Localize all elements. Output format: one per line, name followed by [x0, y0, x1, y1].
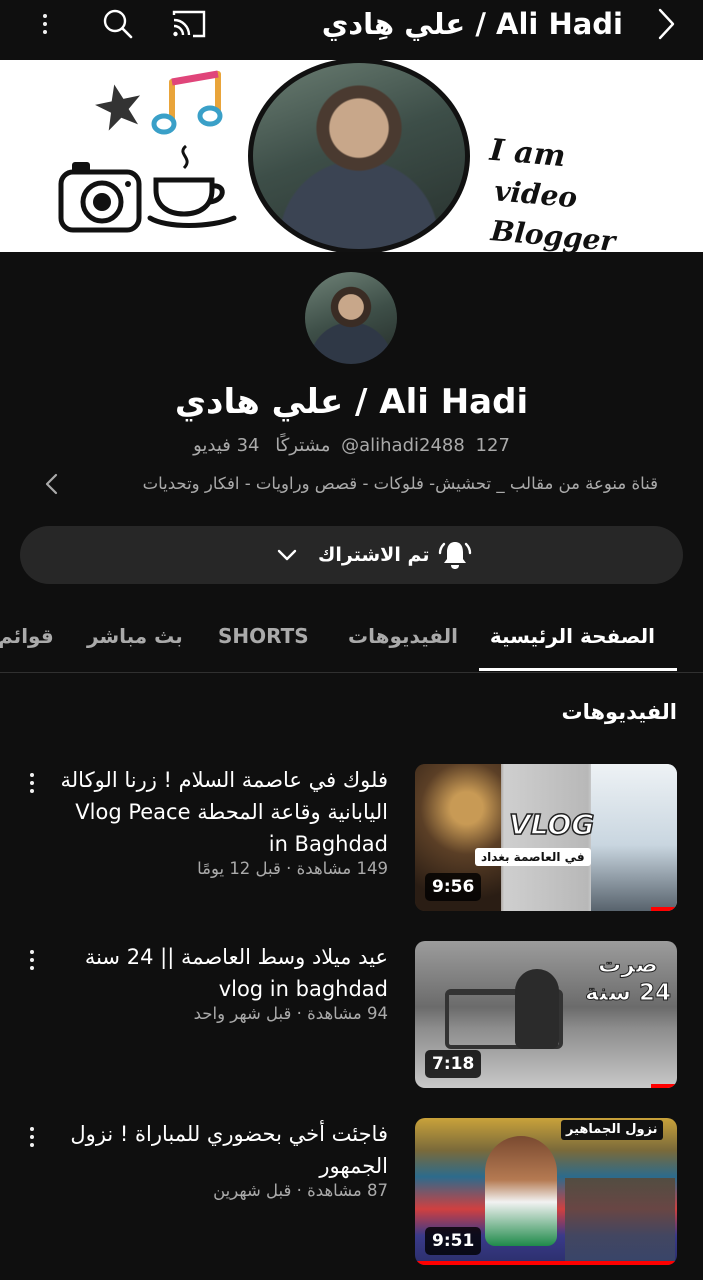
- tab-playlists[interactable]: قوائم: [0, 620, 54, 652]
- video-meta: 87 مشاهدة · قبل شهرين: [213, 1181, 388, 1200]
- back-arrow-icon[interactable]: [652, 6, 680, 42]
- channel-avatar[interactable]: [305, 272, 397, 364]
- chevron-left-icon[interactable]: [42, 472, 62, 496]
- thumb-crowd: [565, 1178, 675, 1265]
- top-app-bar: علي هِادي / Ali Hadi: [0, 0, 703, 50]
- channel-description[interactable]: قناة منوعة من مقالب _ تحشيش- فلوكات - قص…: [78, 470, 658, 498]
- search-icon[interactable]: [102, 8, 134, 40]
- video-meta: 149 مشاهدة · قبل 12 يومًا: [197, 859, 388, 878]
- channel-handle: @alihadi2488: [341, 435, 465, 456]
- watch-progress-bar: [415, 1261, 677, 1265]
- video-more-icon[interactable]: [22, 945, 42, 975]
- notification-bell-icon: [438, 538, 472, 572]
- tab-videos[interactable]: الفيديوهات: [348, 620, 458, 652]
- active-tab-indicator: [479, 668, 677, 671]
- channel-banner: I am video Blogger: [0, 60, 703, 252]
- channel-tabs: الصفحة الرئيسية الفيديوهات SHORTS بث مبا…: [0, 606, 703, 673]
- watch-progress-bar: [651, 1084, 677, 1088]
- thumb-panel-right: [591, 764, 677, 911]
- more-options-icon[interactable]: [30, 8, 60, 40]
- tab-live[interactable]: بث مباشر: [87, 620, 183, 652]
- channel-stats: @alihadi2488 127 مشتركًا 34 فيديو: [0, 432, 703, 460]
- banner-profile-photo: [248, 60, 470, 252]
- watch-progress-bar: [651, 907, 677, 911]
- section-title-videos: الفيديوهات: [561, 700, 678, 724]
- video-more-icon[interactable]: [22, 1122, 42, 1152]
- thumb-person: [485, 1136, 557, 1246]
- coffee-cup-icon: [147, 144, 237, 228]
- channel-title: علي هِادي / Ali Hadi: [321, 7, 623, 41]
- thumb-vlog-label: VLOG: [508, 807, 595, 842]
- thumb-caption: صرت 24 سنة: [585, 952, 672, 1007]
- channel-name: علي هادي / Ali Hadi: [174, 382, 529, 422]
- music-note-icon: [151, 70, 223, 135]
- cast-icon[interactable]: [171, 9, 207, 39]
- video-item[interactable]: VLOG في العاصمة بغداد 9:56 فلوك في عاصمة…: [0, 764, 703, 912]
- video-duration: 9:56: [425, 873, 482, 901]
- tab-shorts[interactable]: SHORTS: [218, 620, 309, 652]
- video-title[interactable]: عيد ميلاد وسط العاصمة || 24 سنة vlog in …: [58, 941, 388, 1005]
- video-count: 34 فيديو: [193, 435, 260, 456]
- video-title[interactable]: فاجئت أخي بحضوري للمباراة ! نزول الجمهور: [58, 1118, 388, 1182]
- subscribed-button[interactable]: تم الاشتراك: [20, 526, 683, 584]
- video-item[interactable]: صرت 24 سنة 7:18 عيد ميلاد وسط العاصمة ||…: [0, 941, 703, 1089]
- video-thumbnail[interactable]: VLOG في العاصمة بغداد 9:56: [415, 764, 677, 911]
- video-item[interactable]: نزول الجماهير 9:51 فاجئت أخي بحضوري للمب…: [0, 1118, 703, 1266]
- thumb-sub-label: في العاصمة بغداد: [475, 848, 591, 866]
- chevron-down-icon: [277, 544, 297, 566]
- video-meta: 94 مشاهدة · قبل شهر واحد: [193, 1004, 388, 1023]
- thumb-person: [515, 969, 559, 1049]
- thumb-caption: نزول الجماهير: [561, 1120, 663, 1140]
- subscribed-label: تم الاشتراك: [318, 544, 430, 566]
- video-title[interactable]: فلوك في عاصمة السلام ! زرنا الوكالة اليا…: [58, 764, 388, 860]
- video-duration: 7:18: [425, 1050, 482, 1078]
- camera-icon: [58, 162, 142, 233]
- banner-slogan: I am video Blogger: [481, 131, 703, 252]
- video-thumbnail[interactable]: نزول الجماهير 9:51: [415, 1118, 677, 1265]
- video-duration: 9:51: [425, 1227, 482, 1255]
- star-icon: [95, 84, 141, 131]
- video-more-icon[interactable]: [22, 768, 42, 798]
- video-thumbnail[interactable]: صرت 24 سنة 7:18: [415, 941, 677, 1088]
- tab-home[interactable]: الصفحة الرئيسية: [490, 620, 655, 652]
